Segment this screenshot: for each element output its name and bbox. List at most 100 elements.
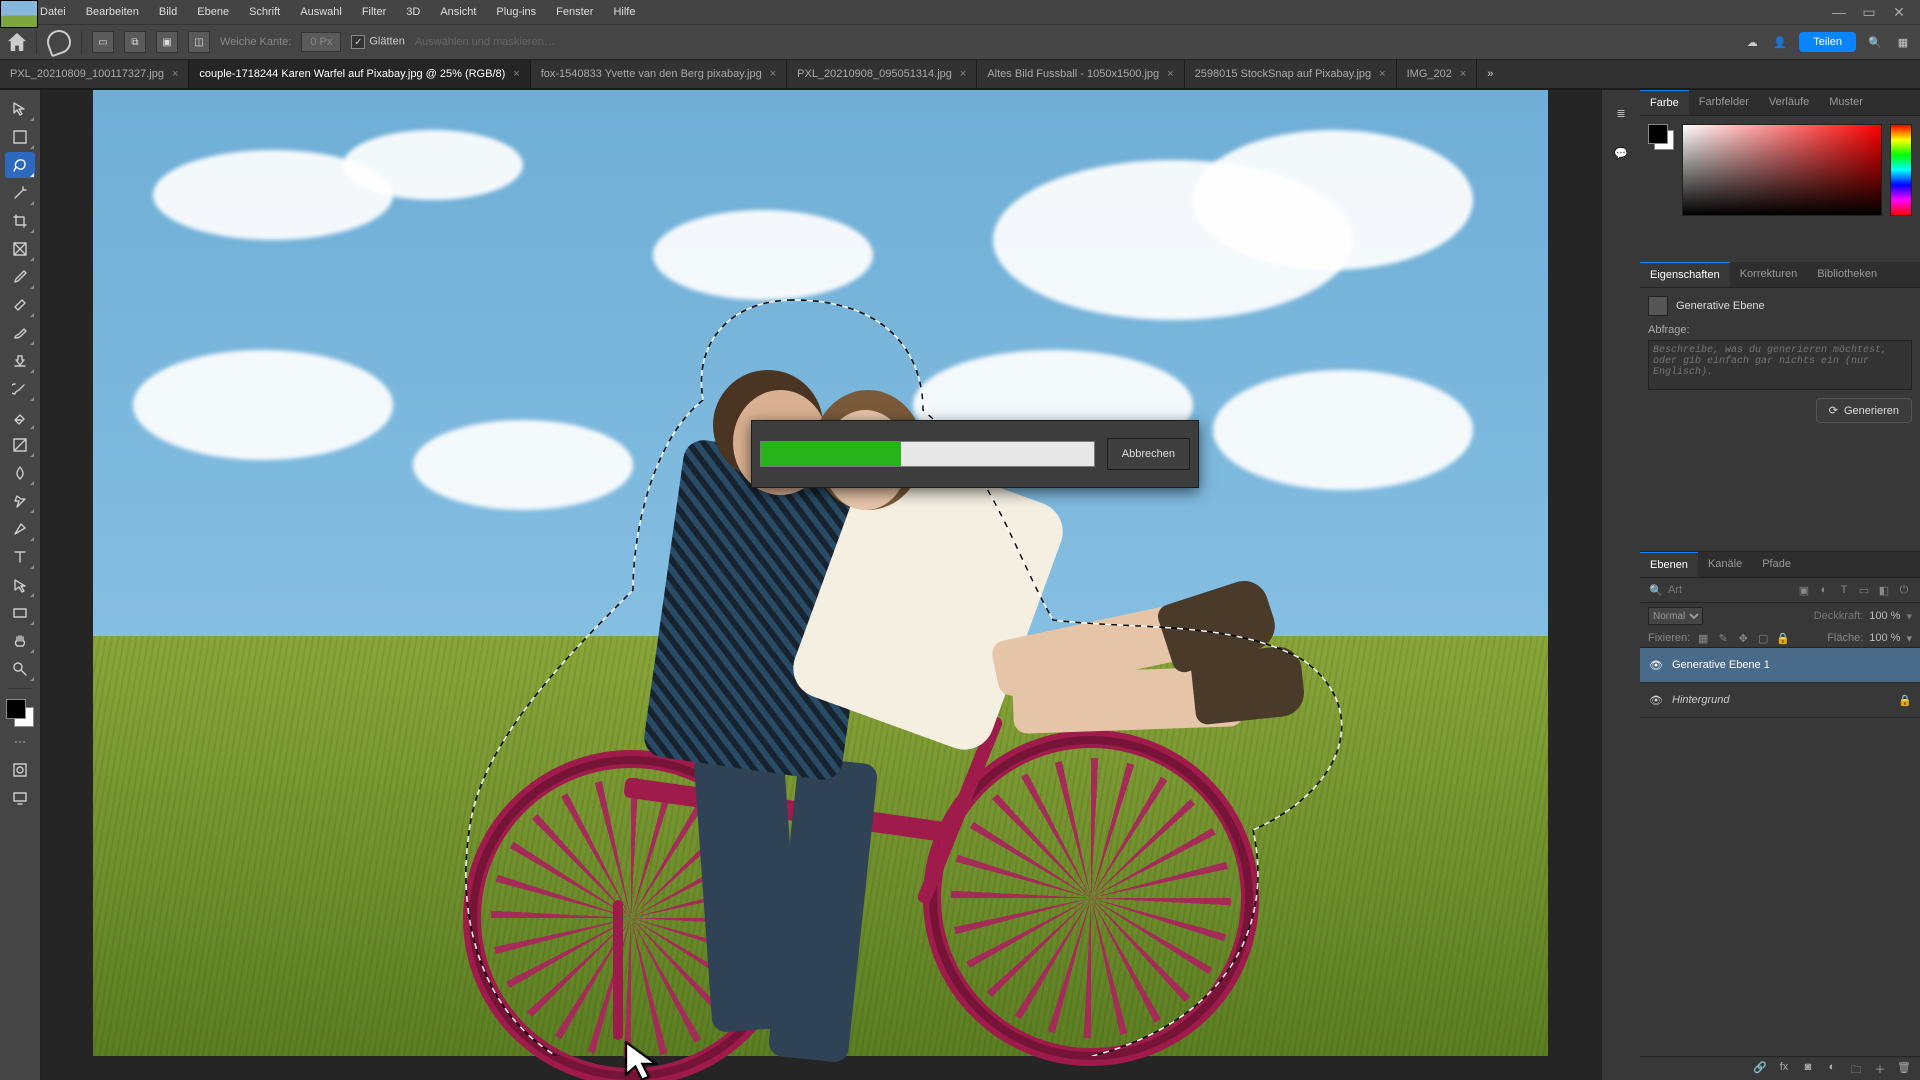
selection-add-icon[interactable]: ⧉ (124, 31, 146, 53)
workspace-icon[interactable]: ▦ (1894, 33, 1912, 51)
selection-subtract-icon[interactable]: ▣ (156, 31, 178, 53)
panel-tab-verläufe[interactable]: Verläufe (1759, 90, 1819, 115)
hue-slider[interactable] (1890, 124, 1912, 216)
layer-fx-icon[interactable]: fx (1776, 1061, 1792, 1080)
panel-tab-eigenschaften[interactable]: Eigenschaften (1640, 262, 1730, 287)
lock-position-icon[interactable]: ✥ (1736, 631, 1750, 645)
menu-schrift[interactable]: Schrift (239, 3, 290, 21)
link-layers-icon[interactable]: 🔗 (1752, 1061, 1768, 1080)
eraser-tool[interactable] (5, 404, 35, 430)
document-tab[interactable]: fox-1540833 Yvette van den Berg pixabay.… (531, 60, 787, 88)
filter-toggle-icon[interactable]: ⏻ (1896, 582, 1912, 598)
crop-tool[interactable] (5, 208, 35, 234)
menu-plug-ins[interactable]: Plug-ins (486, 3, 546, 21)
frame-tool[interactable] (5, 236, 35, 262)
eyedropper-tool[interactable] (5, 264, 35, 290)
selection-intersect-icon[interactable]: ◫ (188, 31, 210, 53)
panel-tab-pfade[interactable]: Pfade (1752, 552, 1801, 577)
hand-tool[interactable] (5, 628, 35, 654)
window-close-icon[interactable]: ✕ (1884, 4, 1914, 21)
menu-hilfe[interactable]: Hilfe (603, 3, 645, 21)
move-tool[interactable] (5, 96, 35, 122)
visibility-icon[interactable]: 👁 (1648, 694, 1664, 707)
panel-tab-korrekturen[interactable]: Korrekturen (1730, 262, 1807, 287)
fgbg-swatch[interactable] (1648, 124, 1674, 150)
lasso-tool[interactable] (5, 152, 35, 178)
object-select-tool[interactable] (5, 180, 35, 206)
close-tab-icon[interactable]: × (172, 68, 178, 80)
cloud-sync-icon[interactable]: ☁ (1743, 33, 1761, 51)
new-layer-icon[interactable]: ＋ (1872, 1061, 1888, 1080)
lock-all-icon[interactable]: 🔒 (1776, 631, 1790, 645)
gradient-tool[interactable] (5, 432, 35, 458)
brush-tool[interactable] (5, 320, 35, 346)
document-tab[interactable]: Altes Bild Fussball - 1050x1500.jpg× (977, 60, 1184, 88)
cancel-button[interactable]: Abbrechen (1107, 438, 1190, 470)
close-tab-icon[interactable]: × (1167, 68, 1173, 80)
panel-tab-bibliotheken[interactable]: Bibliotheken (1807, 262, 1887, 287)
layer-filter-type[interactable]: Art (1668, 584, 1682, 596)
tool-preset-icon[interactable] (44, 27, 75, 58)
lock-paint-icon[interactable]: ✎ (1716, 631, 1730, 645)
panel-tab-farbfelder[interactable]: Farbfelder (1689, 90, 1759, 115)
history-panel-icon[interactable]: ≣ (1610, 102, 1632, 124)
lock-icon[interactable]: 🔒 (1898, 694, 1912, 707)
search-icon[interactable]: 🔍 (1866, 33, 1884, 51)
window-restore-icon[interactable]: ▭ (1854, 4, 1884, 21)
share-button[interactable]: Teilen (1799, 32, 1856, 52)
document-tab[interactable]: 2598015 StockSnap auf Pixabay.jpg× (1185, 60, 1397, 88)
layer-name[interactable]: Hintergrund (1672, 694, 1890, 706)
type-tool[interactable] (5, 544, 35, 570)
menu-bild[interactable]: Bild (149, 3, 187, 21)
user-icon[interactable]: 👤 (1771, 33, 1789, 51)
marquee-tool[interactable] (5, 124, 35, 150)
opacity-chevron-icon[interactable]: ▾ (1906, 610, 1912, 623)
shape-tool[interactable] (5, 600, 35, 626)
prompt-input[interactable] (1648, 340, 1912, 390)
new-group-icon[interactable]: 🗀 (1848, 1061, 1864, 1080)
path-select-tool[interactable] (5, 572, 35, 598)
panel-tab-ebenen[interactable]: Ebenen (1640, 552, 1698, 577)
home-icon[interactable] (8, 33, 26, 51)
generate-button[interactable]: Generieren (1816, 398, 1912, 423)
menu-filter[interactable]: Filter (352, 3, 396, 21)
layer-row[interactable]: 👁 Hintergrund 🔒 (1640, 683, 1920, 718)
filter-type-icon[interactable]: T (1836, 582, 1852, 598)
document-tab[interactable]: IMG_202× (1397, 60, 1478, 88)
close-tab-icon[interactable]: × (960, 68, 966, 80)
tab-overflow-icon[interactable]: » (1477, 60, 1503, 88)
menu-ansicht[interactable]: Ansicht (430, 3, 486, 21)
delete-layer-icon[interactable]: 🗑 (1896, 1061, 1912, 1080)
stamp-tool[interactable] (5, 348, 35, 374)
close-tab-icon[interactable]: × (1460, 68, 1466, 80)
panel-tab-kanäle[interactable]: Kanäle (1698, 552, 1752, 577)
menu-fenster[interactable]: Fenster (546, 3, 603, 21)
color-spectrum[interactable] (1682, 124, 1882, 216)
refine-edge-button[interactable]: Auswählen und maskieren… (415, 36, 555, 48)
menu-3d[interactable]: 3D (396, 3, 430, 21)
close-tab-icon[interactable]: × (513, 68, 519, 80)
selection-new-icon[interactable]: ▭ (92, 31, 114, 53)
lock-artboard-icon[interactable]: ▢ (1756, 631, 1770, 645)
feather-input[interactable]: 0 Px (301, 32, 341, 52)
zoom-tool[interactable] (5, 656, 35, 682)
add-mask-icon[interactable]: ◙ (1800, 1061, 1816, 1080)
new-adjustment-icon[interactable]: ◐ (1824, 1061, 1840, 1080)
dodge-tool[interactable] (5, 488, 35, 514)
comments-panel-icon[interactable]: 💬 (1610, 142, 1632, 164)
filter-adjust-icon[interactable]: ◐ (1816, 582, 1832, 598)
fill-chevron-icon[interactable]: ▾ (1906, 632, 1912, 645)
canvas[interactable] (93, 90, 1548, 1056)
document-tab[interactable]: PXL_20210809_100117327.jpg× (0, 60, 189, 88)
layer-row[interactable]: 👁Generative Ebene 1 (1640, 648, 1920, 683)
blur-tool[interactable] (5, 460, 35, 486)
document-tab[interactable]: PXL_20210908_095051314.jpg× (787, 60, 977, 88)
layer-name[interactable]: Generative Ebene 1 (1672, 659, 1912, 671)
history-brush-tool[interactable] (5, 376, 35, 402)
edit-toolbar[interactable] (5, 729, 35, 755)
panel-tab-muster[interactable]: Muster (1819, 90, 1873, 115)
menu-bearbeiten[interactable]: Bearbeiten (76, 3, 149, 21)
filter-shape-icon[interactable]: ▭ (1856, 582, 1872, 598)
antialias-checkbox[interactable]: Glätten (351, 35, 404, 49)
pen-tool[interactable] (5, 516, 35, 542)
